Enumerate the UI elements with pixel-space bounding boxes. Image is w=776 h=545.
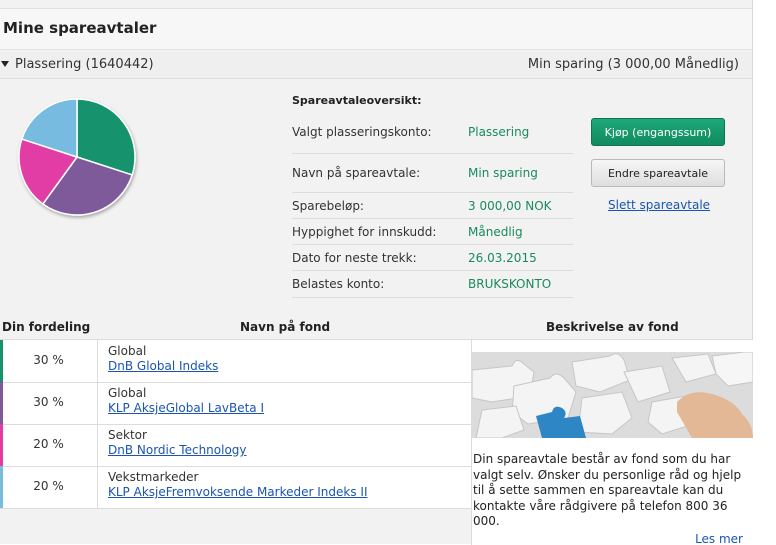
fund-category: Sektor xyxy=(108,428,147,442)
delete-savings-link[interactable]: Slett spareavtale xyxy=(608,198,710,212)
fund-percent: 20 % xyxy=(33,479,64,493)
allocation-pie-chart xyxy=(18,98,136,216)
overview-value: Plassering xyxy=(468,125,530,139)
fund-percent: 30 % xyxy=(33,395,64,409)
table-row: 30 % Global KLP AksjeGlobal LavBeta I xyxy=(0,382,471,425)
plan-header[interactable]: Plassering (1640442) Min sparing (3 000,… xyxy=(0,52,752,79)
overview-value: 3 000,00 NOK xyxy=(468,199,552,213)
fund-category: Vekstmarkeder xyxy=(108,470,199,484)
fund-percent: 30 % xyxy=(33,353,64,367)
overview-value: BRUKSKONTO xyxy=(468,277,552,291)
fund-category: Global xyxy=(108,386,147,400)
overview-label: Belastes konto: xyxy=(292,277,385,291)
overview-value: Min sparing xyxy=(468,166,538,180)
overview-row: Belastes konto: BRUKSKONTO xyxy=(292,271,573,298)
fund-description-text: Din spareavtale består av fond som du ha… xyxy=(473,452,742,528)
fund-link[interactable]: KLP AksjeGlobal LavBeta I xyxy=(108,401,264,415)
collapse-triangle-icon[interactable] xyxy=(1,61,9,67)
plan-summary: Min sparing (3 000,00 Månedlig) xyxy=(527,57,739,72)
fund-link[interactable]: DnB Nordic Technology xyxy=(108,443,247,457)
edit-savings-button[interactable]: Endre spareavtale xyxy=(591,159,725,187)
fund-link[interactable]: KLP AksjeFremvoksende Markeder Indeks II xyxy=(108,485,367,499)
column-divider xyxy=(97,424,98,466)
fund-category: Global xyxy=(108,344,147,358)
fund-description-panel: Din spareavtale består av fond som du ha… xyxy=(471,339,753,545)
header-distribution: Din fordeling xyxy=(2,320,91,334)
overview-label: Dato for neste trekk: xyxy=(292,251,417,265)
column-divider xyxy=(97,466,98,508)
table-row: 20 % Vekstmarkeder KLP AksjeFremvoksende… xyxy=(0,466,471,509)
overview-heading: Spareavtaleoversikt: xyxy=(292,94,422,107)
account-label: Plassering (1640442) xyxy=(15,57,154,72)
fund-table: 30 % Global DnB Global Indeks 30 % Globa… xyxy=(0,339,471,509)
overview-value: Månedlig xyxy=(468,225,523,239)
page-title: Mine spareavtaler xyxy=(3,19,157,37)
overview-label: Valgt plasseringskonto: xyxy=(292,125,432,139)
fund-percent: 20 % xyxy=(33,437,64,451)
buy-button[interactable]: Kjøp (engangssum) xyxy=(591,118,725,146)
overview-label: Hyppighet for innskudd: xyxy=(292,225,437,239)
overview-row: Dato for neste trekk: 26.03.2015 xyxy=(292,245,573,271)
overview-row: Hyppighet for innskudd: Månedlig xyxy=(292,219,573,245)
overview-row: Navn på spareavtale: Min sparing xyxy=(292,154,573,193)
overview-label: Navn på spareavtale: xyxy=(292,166,421,180)
header-fund-name: Navn på fond xyxy=(240,320,331,334)
overview-row: Sparebeløp: 3 000,00 NOK xyxy=(292,193,573,219)
title-bar: Mine spareavtaler xyxy=(0,8,752,50)
read-more-link[interactable]: Les mer xyxy=(695,532,743,545)
overview-value: 26.03.2015 xyxy=(468,251,537,265)
puzzle-image xyxy=(472,352,753,438)
overview-row: Valgt plasseringskonto: Plassering xyxy=(292,119,573,154)
column-divider xyxy=(97,340,98,382)
table-row: 20 % Sektor DnB Nordic Technology xyxy=(0,424,471,467)
fund-link[interactable]: DnB Global Indeks xyxy=(108,359,218,373)
header-fund-description: Beskrivelse av fond xyxy=(546,320,679,334)
column-divider xyxy=(97,382,98,424)
overview-label: Sparebeløp: xyxy=(292,199,364,213)
table-row: 30 % Global DnB Global Indeks xyxy=(0,340,471,383)
